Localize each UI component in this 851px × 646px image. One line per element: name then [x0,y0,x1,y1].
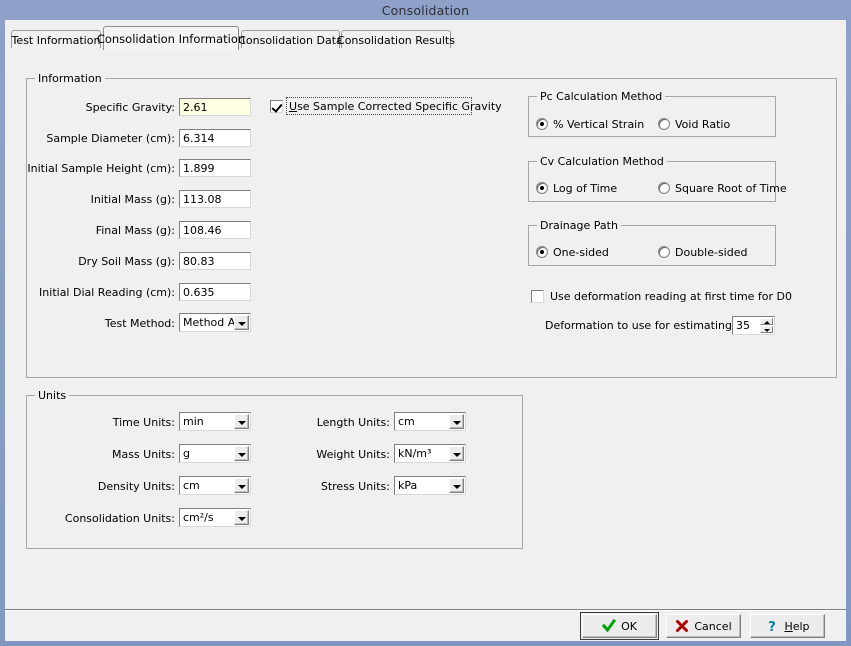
length-units-label: Length Units: [280,416,390,429]
time-units-select[interactable]: min [179,412,251,431]
ok-button-label: OK [621,620,637,633]
radio-pc-void-ratio-label: Void Ratio [675,118,730,131]
tab-label: Test Information [12,34,101,47]
use-first-reading-d0-checkbox[interactable] [531,290,544,303]
length-units-select[interactable]: cm [394,412,466,431]
mass-units-label: Mass Units: [65,448,175,461]
cv-calculation-method-legend: Cv Calculation Method [537,155,667,168]
use-corrected-specific-gravity-label: Use Sample Corrected Specific Gravity [289,100,502,113]
deformation-d0-label: Deformation to use for estimating D0: [545,319,755,332]
radio-pc-void-ratio[interactable] [658,118,670,130]
chevron-down-icon[interactable] [449,478,464,493]
mass-units-value: g [183,446,190,461]
weight-units-value: kN/m³ [398,446,431,461]
chevron-down-icon[interactable] [234,414,249,429]
radio-pc-vertical-strain-label: % Vertical Strain [553,118,644,131]
final-mass-label: Final Mass (g): [35,224,175,237]
initial-sample-height-label: Initial Sample Height (cm): [25,162,175,175]
test-method-select[interactable]: Method A [179,313,251,332]
x-icon [675,619,689,633]
check-icon [602,619,616,633]
tab-label: Consolidation Data [238,34,343,47]
dry-soil-mass-label: Dry Soil Mass (g): [35,255,175,268]
weight-units-select[interactable]: kN/m³ [394,444,466,463]
deformation-d0-value: 35 [736,318,750,333]
time-units-value: min [183,414,204,429]
test-method-label: Test Method: [65,317,175,330]
cancel-button-label: Cancel [694,620,731,633]
spinner-up-icon[interactable] [760,318,773,325]
drainage-path-legend: Drainage Path [537,219,621,232]
radio-cv-square-root-of-time[interactable] [658,182,670,194]
tab-label: Consolidation Information [97,32,245,46]
cancel-button[interactable]: Cancel [666,614,741,638]
chevron-down-icon[interactable] [234,478,249,493]
button-bar: OK Cancel ? Help [5,611,846,641]
chevron-down-icon[interactable] [449,414,464,429]
consolidation-units-select[interactable]: cm²/s [179,508,251,527]
pc-calculation-method-legend: Pc Calculation Method [537,90,665,103]
dry-soil-mass-input[interactable]: 80.83 [179,252,251,270]
consolidation-units-label: Consolidation Units: [55,512,175,525]
title-bar: Consolidation [0,0,851,20]
chevron-down-icon[interactable] [234,446,249,461]
consolidation-units-value: cm²/s [183,510,214,525]
deformation-d0-spinner[interactable]: 35 [732,316,775,335]
radio-cv-log-of-time[interactable] [536,182,548,194]
stress-units-select[interactable]: kPa [394,476,466,495]
tab-consolidation-results[interactable]: Consolidation Results [341,30,451,49]
units-group-legend: Units [35,389,69,402]
radio-drainage-double-sided-label: Double-sided [675,246,747,259]
tab-strip: Test Information Consolidation Informati… [5,26,846,49]
radio-drainage-one-sided[interactable] [536,246,548,258]
density-units-value: cm [183,478,200,493]
specific-gravity-label: Specific Gravity: [35,101,175,114]
window-title: Consolidation [382,3,470,18]
sample-diameter-label: Sample Diameter (cm): [35,132,175,145]
weight-units-label: Weight Units: [280,448,390,461]
help-button[interactable]: ? Help [750,614,825,638]
stress-units-value: kPa [398,478,417,493]
svg-text:?: ? [769,620,777,633]
final-mass-input[interactable]: 108.46 [179,221,251,239]
chevron-down-icon[interactable] [234,315,249,330]
tab-test-information[interactable]: Test Information [11,30,101,49]
ok-button[interactable]: OK [582,614,657,638]
radio-cv-square-root-of-time-label: Square Root of Time [675,182,787,195]
radio-pc-vertical-strain[interactable] [536,118,548,130]
radio-cv-log-of-time-label: Log of Time [553,182,617,195]
use-corrected-specific-gravity-checkbox[interactable] [270,100,283,113]
chevron-down-icon[interactable] [449,446,464,461]
length-units-value: cm [398,414,415,429]
time-units-label: Time Units: [65,416,175,429]
consolidation-dialog: Consolidation Test Information Consolida… [0,0,851,646]
density-units-select[interactable]: cm [179,476,251,495]
tab-label: Consolidation Results [337,34,455,47]
initial-sample-height-input[interactable]: 1.899 [179,159,251,177]
sample-diameter-input[interactable]: 6.314 [179,129,251,147]
mass-units-select[interactable]: g [179,444,251,463]
information-group-legend: Information [35,72,105,85]
tab-consolidation-data[interactable]: Consolidation Data [241,30,340,49]
dialog-client-area: Test Information Consolidation Informati… [5,20,846,641]
initial-mass-label: Initial Mass (g): [35,193,175,206]
specific-gravity-input[interactable]: 2.61 [179,98,251,116]
radio-drainage-one-sided-label: One-sided [553,246,609,259]
initial-mass-input[interactable]: 113.08 [179,190,251,208]
spinner-down-icon[interactable] [760,326,773,333]
density-units-label: Density Units: [65,480,175,493]
initial-dial-reading-input[interactable]: 0.635 [179,283,251,301]
use-first-reading-d0-label: Use deformation reading at first time fo… [550,290,792,303]
tab-consolidation-information[interactable]: Consolidation Information [103,26,239,50]
question-icon: ? [765,619,779,633]
help-button-label: Help [784,620,809,633]
stress-units-label: Stress Units: [280,480,390,493]
radio-drainage-double-sided[interactable] [658,246,670,258]
test-method-value: Method A [183,315,235,330]
consolidation-information-page: Information Specific Gravity: 2.61 Sampl… [5,48,846,608]
chevron-down-icon[interactable] [234,510,249,525]
initial-dial-reading-label: Initial Dial Reading (cm): [29,286,175,299]
